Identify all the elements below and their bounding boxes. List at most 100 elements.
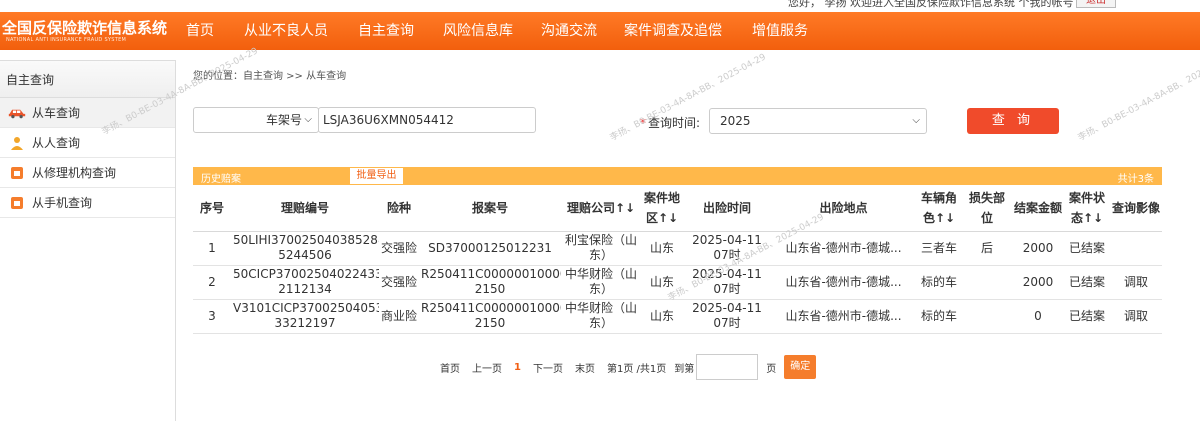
query-button[interactable]: 查 询 (967, 108, 1059, 134)
col-header: 结案金额 (1012, 185, 1064, 232)
user-greeting: 您好， 李扬 欢迎进入全国反保险欺诈信息系统 个我的帐号 (788, 0, 1074, 9)
nav-value-added[interactable]: 增值服务 (747, 12, 827, 50)
sidebar-item-phone-query[interactable]: 从手机查询 (0, 188, 175, 218)
pager-first[interactable]: 首页 (440, 360, 460, 375)
person-icon (8, 135, 26, 151)
pager-current: 1 (514, 361, 521, 373)
cell: 中华财险（山东） (561, 299, 641, 334)
cell: 标的车 (916, 265, 962, 300)
cell: 2025-04-11 07时 (683, 265, 771, 300)
col-header: 险种 (379, 185, 419, 232)
pager-prev[interactable]: 上一页 (472, 360, 502, 375)
cell: 3 (193, 299, 231, 334)
sidebar-item-person-query[interactable]: 从人查询 (0, 128, 175, 158)
sidebar-item-repair-shop-query[interactable]: 从修理机构查询 (0, 158, 175, 188)
table-row: 3 V3101CICP3700250405343 33212197 商业险 R2… (193, 299, 1162, 334)
phone-icon (8, 195, 26, 211)
cell (1110, 231, 1162, 266)
nav-case-investigation[interactable]: 案件调查及追偿 (619, 12, 747, 50)
pager-goto-label: 到第 (674, 363, 695, 375)
retrieve-image-link[interactable]: 调取 (1110, 265, 1162, 300)
cell: 2025-04-11 07时 (683, 231, 771, 266)
cell: 标的车 (916, 299, 962, 334)
cell: R250411C0000001000071 2150 (419, 299, 561, 334)
col-header: 序号 (193, 185, 231, 232)
cell: 中华财险（山东） (561, 265, 641, 300)
nav-self-query[interactable]: 自主查询 (350, 12, 435, 50)
logo-title-cn: 全国反保险欺诈信息系统 (2, 19, 168, 37)
col-header: 出险时间 (683, 185, 771, 232)
pager-page-unit: 页 (766, 363, 777, 375)
sidebar-title: 自主查询 (0, 60, 175, 98)
chevron-down-icon: ⌵ (304, 114, 312, 125)
watermark: 李扬、B0-BE-03-4A-8A-BB、2025-04-29 (1076, 52, 1200, 144)
pagination: 首页 上一页 1 下一页 末页 第1页 /共1页 到第 页 确定 (440, 354, 817, 380)
cell: 利宝保险（山东） (561, 231, 641, 266)
col-header: 理赔编号 (231, 185, 379, 232)
cell: 50LIHI37002504038528836 5244506 (231, 231, 379, 266)
sidebar: 自主查询 从车查询 从人查询 从修理机构查询 从手机查询 (0, 60, 176, 421)
col-header-sortable[interactable]: 车辆角色↑↓ (916, 185, 962, 232)
col-header: 查询影像 (1110, 185, 1162, 232)
cell: 山东省-德州市-德城... (771, 231, 916, 266)
main-header: 全国反保险欺诈信息系统 NATIONAL ANTI INSURANCE FRAU… (0, 12, 1200, 50)
col-header-sortable[interactable]: 理赔公司↑↓ (561, 185, 641, 232)
sidebar-item-label: 从车查询 (32, 106, 81, 120)
cell: 山东 (641, 299, 683, 334)
cell: 已结案 (1064, 265, 1110, 300)
sidebar-item-label: 从人查询 (32, 136, 81, 150)
nav-bad-personnel[interactable]: 从业不良人员 (223, 12, 350, 50)
cell: 交强险 (379, 265, 419, 300)
search-type-value: 车架号 (266, 113, 303, 127)
cell: 三者车 (916, 231, 962, 266)
pager-next[interactable]: 下一页 (533, 360, 563, 375)
table-row: 1 50LIHI37002504038528836 5244506 交强险 SD… (193, 231, 1162, 266)
cell: 1 (193, 231, 231, 266)
cell: R250411C0000001000071 2150 (419, 265, 561, 300)
cell: V3101CICP3700250405343 33212197 (231, 299, 379, 334)
cell: 2000 (1012, 265, 1064, 300)
vin-input[interactable] (318, 107, 536, 133)
search-type-select[interactable]: 车架号 ⌵ (193, 107, 319, 133)
col-header: 出险地点 (771, 185, 916, 232)
history-claims-bar: 历史赔案 批量导出 共计3条 (193, 167, 1162, 185)
system-logo: 全国反保险欺诈信息系统 NATIONAL ANTI INSURANCE FRAU… (0, 12, 176, 50)
sidebar-item-vehicle-query[interactable]: 从车查询 (0, 98, 175, 128)
cell: 山东 (641, 231, 683, 266)
retrieve-image-link[interactable]: 调取 (1110, 299, 1162, 334)
pager-last[interactable]: 末页 (575, 360, 595, 375)
cell: 2025-04-11 07时 (683, 299, 771, 334)
pager-goto-input[interactable] (696, 354, 759, 380)
breadcrumb: 您的位置：自主查询 >> 从车查询 (193, 71, 347, 82)
nav-risk-database[interactable]: 风险信息库 (435, 12, 537, 50)
cell: 50CICP37002504022433321 2112134 (231, 265, 379, 300)
batch-export-button[interactable]: 批量导出 (350, 168, 403, 184)
cell (962, 299, 1012, 334)
cell: 0 (1012, 299, 1064, 334)
col-header-sortable[interactable]: 案件地区↑↓ (641, 185, 683, 232)
nav-communication[interactable]: 沟通交流 (537, 12, 619, 50)
cell: 后 (962, 231, 1012, 266)
cell: 山东省-德州市-德城... (771, 299, 916, 334)
nav-home[interactable]: 首页 (176, 12, 223, 50)
cell: 山东省-德州市-德城... (771, 265, 916, 300)
main-nav: 首页 从业不良人员 自主查询 风险信息库 沟通交流 案件调查及追偿 增值服务 (176, 12, 827, 50)
col-header: 报案号 (419, 185, 561, 232)
pager-confirm-button[interactable]: 确定 (784, 355, 817, 379)
pager-info: 第1页 /共1页 (606, 363, 667, 375)
logout-button[interactable]: 退出 (1076, 0, 1116, 8)
cell: 已结案 (1064, 299, 1110, 334)
cell: 山东 (641, 265, 683, 300)
cell: 商业险 (379, 299, 419, 334)
top-user-strip: 您好， 李扬 欢迎进入全国反保险欺诈信息系统 个我的帐号 退出 (0, 0, 1200, 12)
query-time-label: * 查询时间: (640, 116, 701, 130)
table-row: 2 50CICP37002504022433321 2112134 交强险 R2… (193, 265, 1162, 300)
col-header-sortable[interactable]: 案件状态↑↓ (1064, 185, 1110, 232)
repair-shop-icon (8, 165, 26, 181)
chevron-down-icon: ⌵ (912, 115, 920, 126)
year-select[interactable]: 2025 ⌵ (709, 108, 927, 134)
claims-table: 序号 理赔编号 险种 报案号 理赔公司↑↓ 案件地区↑↓ 出险时间 出险地点 车… (193, 185, 1162, 334)
cell: 已结案 (1064, 231, 1110, 266)
car-icon (8, 105, 26, 121)
year-value: 2025 (720, 114, 751, 128)
